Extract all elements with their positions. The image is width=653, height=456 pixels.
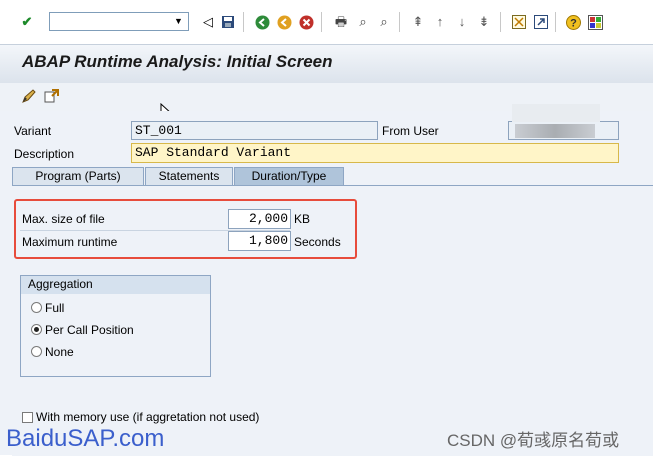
command-field[interactable] <box>49 12 189 31</box>
toolbar-separator <box>399 12 400 32</box>
radio-full[interactable] <box>31 302 42 313</box>
find-next-icon[interactable]: ⌕ <box>376 14 392 30</box>
exit-icon[interactable] <box>276 14 292 30</box>
print-icon[interactable]: 🖶 <box>333 14 349 30</box>
first-page-icon[interactable]: ⇞ <box>410 14 426 30</box>
from-user-label: From User <box>382 124 439 138</box>
description-value: SAP Standard Variant <box>135 145 292 160</box>
radio-none-label: None <box>45 345 74 359</box>
radio-per-call-position-label: Per Call Position <box>45 323 134 337</box>
display-variant-icon[interactable] <box>44 88 60 104</box>
chevron-down-icon[interactable]: ▼ <box>170 13 187 30</box>
tab-program-parts[interactable]: Program (Parts) <box>12 167 144 185</box>
description-field[interactable]: SAP Standard Variant <box>131 143 619 163</box>
create-session-icon[interactable] <box>511 14 527 30</box>
variant-field[interactable]: ST_001 <box>131 121 378 140</box>
tab-label: Statements <box>158 169 220 183</box>
previous-page-icon[interactable]: ↑ <box>432 14 448 30</box>
radio-full-label: Full <box>45 301 65 315</box>
toolbar-separator <box>555 12 556 32</box>
aggregation-title: Aggregation <box>28 277 93 291</box>
customize-layout-icon[interactable] <box>587 14 603 30</box>
watermark-right: CSDN @荀彧原名荀或 <box>447 431 620 450</box>
enter-check-icon[interactable]: ✔ <box>19 14 35 30</box>
variant-label: Variant <box>14 124 52 138</box>
last-page-icon[interactable]: ⇟ <box>476 14 492 30</box>
toolbar-separator <box>500 12 501 32</box>
cancel-icon[interactable] <box>298 14 314 30</box>
find-icon[interactable]: ⌕ <box>355 14 371 30</box>
memory-use-label: With memory use (if aggretation not used… <box>36 410 260 424</box>
back-icon[interactable]: ◁ <box>200 14 216 30</box>
description-label: Description <box>14 147 75 161</box>
redaction-blur <box>515 124 595 138</box>
variant-value: ST_001 <box>135 123 182 138</box>
save-icon[interactable] <box>220 14 236 30</box>
shortcut-icon[interactable] <box>533 14 549 30</box>
svg-text:?: ? <box>570 17 577 29</box>
radio-none[interactable] <box>31 346 42 357</box>
edit-variant-icon[interactable] <box>21 88 37 104</box>
tab-statements[interactable]: Statements <box>145 167 233 185</box>
watermark-left: BaiduSAP.com <box>6 425 165 452</box>
toolbar-separator <box>321 12 322 32</box>
highlight-box <box>14 199 357 259</box>
next-page-icon[interactable]: ↓ <box>454 14 470 30</box>
memory-use-checkbox[interactable] <box>22 412 33 423</box>
green-back-icon[interactable] <box>254 14 270 30</box>
help-icon[interactable]: ? <box>565 14 581 30</box>
radio-per-call-position[interactable] <box>31 324 42 335</box>
tab-label: Duration/Type <box>251 169 327 183</box>
page-title: ABAP Runtime Analysis: Initial Screen <box>22 52 333 71</box>
toolbar-separator <box>243 12 244 32</box>
tab-label: Program (Parts) <box>35 169 121 183</box>
tab-duration-type[interactable]: Duration/Type <box>234 167 344 185</box>
system-toolbar: ✔ ▼ ◁ 🖶 ⌕ ⌕ ⇞ ↑ ↓ ⇟ ? <box>0 0 653 44</box>
redaction-blur <box>512 104 600 122</box>
